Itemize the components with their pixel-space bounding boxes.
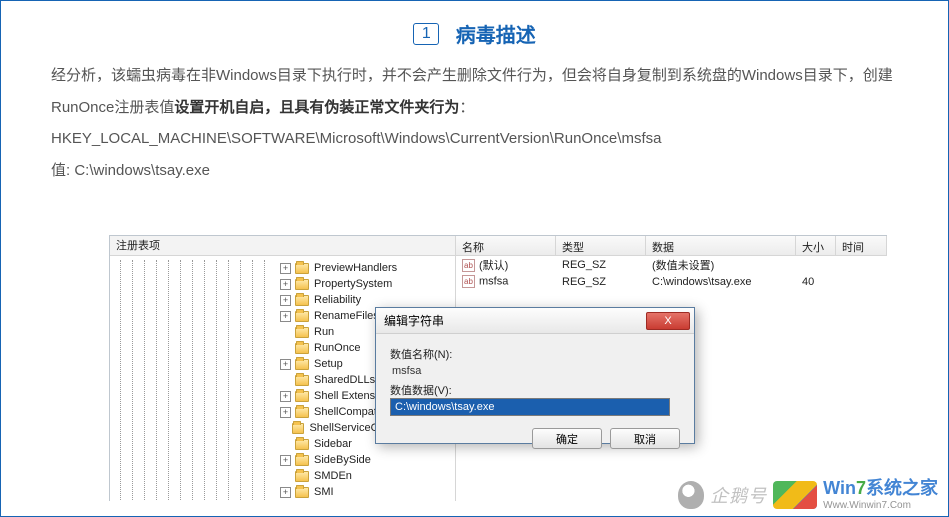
- brand-text: Win7系统之家 Www.Winwin7.Com: [823, 478, 938, 512]
- col-size[interactable]: 大小: [796, 236, 836, 255]
- dialog-body: 数值名称(N): msfsa 数值数据(V):: [376, 334, 694, 422]
- tree-label: PreviewHandlers: [314, 262, 397, 274]
- dialog-titlebar[interactable]: 编辑字符串 X: [376, 308, 694, 334]
- col-time[interactable]: 时间: [836, 236, 887, 255]
- tree-label: SharedDLLs: [314, 374, 375, 386]
- value-size: 40: [796, 276, 836, 288]
- folder-icon: [295, 359, 309, 370]
- tree-node[interactable]: + PreviewHandlers: [110, 260, 455, 276]
- tree-label: Reliability: [314, 294, 361, 306]
- value-type: REG_SZ: [556, 276, 646, 288]
- expand-icon[interactable]: +: [280, 295, 291, 306]
- folder-icon: [295, 471, 309, 482]
- values-body[interactable]: (默认) REG_SZ(数值未设置) msfsa REG_SZC:\windows\t…: [456, 256, 887, 290]
- value-data: C:\windows\tsay.exe: [646, 276, 796, 288]
- tree-node[interactable]: + Reliability: [110, 292, 455, 308]
- col-type[interactable]: 类型: [556, 236, 646, 255]
- value-name-field: msfsa: [390, 364, 670, 378]
- tree-label: SMI: [314, 486, 334, 498]
- tree-header: 注册表项: [110, 236, 455, 256]
- tree-label: RenameFiles: [314, 310, 379, 322]
- folder-icon: [295, 455, 309, 466]
- tree-node[interactable]: + SMI: [110, 484, 455, 500]
- tree-label: Sidebar: [314, 438, 352, 450]
- tree-node[interactable]: SMDEn: [110, 468, 455, 484]
- expand-icon[interactable]: +: [280, 263, 291, 274]
- folder-icon: [295, 391, 309, 402]
- value-name-label: 数值名称(N):: [390, 346, 680, 362]
- value-row[interactable]: (默认) REG_SZ(数值未设置): [456, 256, 887, 273]
- description-block: 经分析，该蠕虫病毒在非Windows目录下执行时，并不会产生删除文件行为，但会将…: [1, 60, 948, 186]
- value-data-input[interactable]: [390, 398, 670, 416]
- folder-icon: [292, 423, 304, 434]
- folder-icon: [295, 439, 309, 450]
- value-data-label: 数值数据(V):: [390, 382, 680, 398]
- value-row[interactable]: msfsa REG_SZC:\windows\tsay.exe40: [456, 273, 887, 290]
- folder-icon: [295, 263, 309, 274]
- value-name: msfsa: [479, 275, 508, 287]
- value-type: REG_SZ: [556, 259, 646, 271]
- tree-node[interactable]: + PropertySystem: [110, 276, 455, 292]
- expand-icon[interactable]: +: [280, 311, 291, 322]
- document-frame: 1 病毒描述 经分析，该蠕虫病毒在非Windows目录下执行时，并不会产生删除文…: [0, 0, 949, 517]
- brand-tail: 系统之家: [866, 478, 938, 498]
- section-title: 病毒描述: [456, 19, 536, 48]
- expand-icon[interactable]: +: [280, 359, 291, 370]
- string-value-icon: [462, 275, 475, 288]
- dialog-title: 编辑字符串: [384, 312, 444, 329]
- folder-icon: [295, 327, 309, 338]
- close-button[interactable]: X: [646, 312, 690, 330]
- folder-icon: [295, 407, 309, 418]
- brand-win: Win: [823, 478, 856, 498]
- brand-7: 7: [856, 478, 866, 498]
- windows-flag-icon: [773, 481, 817, 509]
- col-name[interactable]: 名称: [456, 236, 556, 255]
- watermark: 企鹅号 Win7系统之家 Www.Winwin7.Com: [678, 478, 938, 512]
- folder-icon: [295, 311, 309, 322]
- ok-button[interactable]: 确定: [532, 428, 602, 449]
- expand-icon[interactable]: +: [280, 279, 291, 290]
- tree-label: SMDEn: [314, 470, 352, 482]
- folder-icon: [295, 343, 309, 354]
- tree-label: RunOnce: [314, 342, 360, 354]
- qiehao-text: 企鹅号: [710, 482, 767, 508]
- folder-icon: [295, 487, 309, 498]
- tree-label: Setup: [314, 358, 343, 370]
- value-data: (数值未设置): [646, 257, 796, 273]
- expand-icon[interactable]: +: [280, 487, 291, 498]
- expand-icon[interactable]: +: [280, 391, 291, 402]
- folder-icon: [295, 295, 309, 306]
- folder-icon: [295, 279, 309, 290]
- expand-icon[interactable]: +: [280, 407, 291, 418]
- col-data[interactable]: 数据: [646, 236, 796, 255]
- expand-icon[interactable]: +: [280, 455, 291, 466]
- desc-colon: ：: [459, 99, 474, 116]
- tree-label: PropertySystem: [314, 278, 392, 290]
- tree-label: Run: [314, 326, 334, 338]
- section-header: 1 病毒描述: [1, 1, 948, 60]
- values-header: 名称 类型 数据 大小 时间: [456, 236, 887, 256]
- cancel-button[interactable]: 取消: [610, 428, 680, 449]
- tree-label: SideBySide: [314, 454, 371, 466]
- dialog-button-row: 确定 取消: [376, 422, 694, 449]
- folder-icon: [295, 375, 309, 386]
- registry-path-text: HKEY_LOCAL_MACHINE\SOFTWARE\Microsoft\Wi…: [51, 123, 898, 155]
- desc-bold: 设置开机自启，且具有伪装正常文件夹行为: [174, 99, 459, 116]
- section-number-badge: 1: [413, 23, 439, 45]
- tree-node[interactable]: + SideBySide: [110, 452, 455, 468]
- value-name: (默认): [479, 260, 508, 272]
- value-line: 值: C:\windows\tsay.exe: [51, 155, 898, 187]
- edit-string-dialog: 编辑字符串 X 数值名称(N): msfsa 数值数据(V): 确定 取消: [375, 307, 695, 444]
- penguin-icon: [678, 481, 704, 509]
- brand-url: Www.Winwin7.Com: [823, 500, 938, 512]
- string-value-icon: [462, 259, 475, 272]
